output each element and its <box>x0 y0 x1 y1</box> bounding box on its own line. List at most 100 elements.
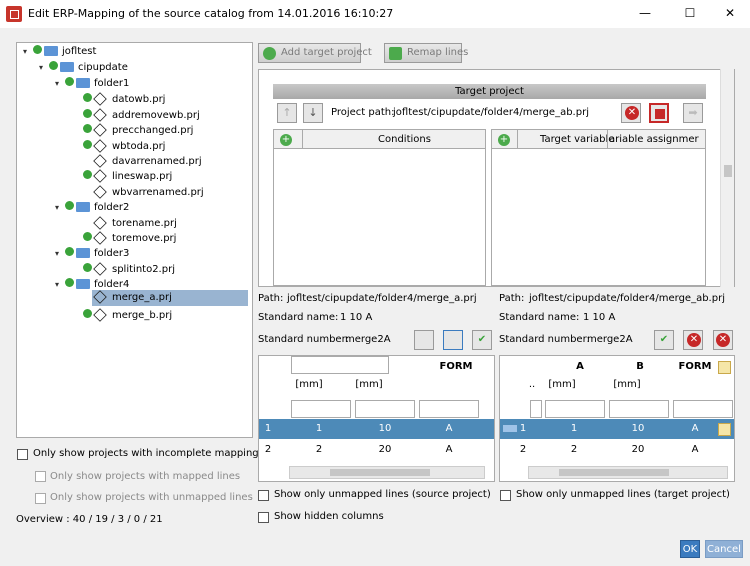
tree-node-cipupdate[interactable]: ▾ cipupdate <box>39 60 128 75</box>
accept-all-button[interactable]: ✔ <box>472 330 492 350</box>
filter-input[interactable] <box>609 400 669 418</box>
minimize-button[interactable]: — <box>625 2 665 24</box>
project-cube-icon <box>93 123 107 137</box>
unit-label: [mm] <box>613 379 641 390</box>
maximize-button[interactable]: ☐ <box>670 2 710 24</box>
tree-node-project[interactable]: torename.prj <box>93 216 177 231</box>
unmapped-target-checkbox[interactable] <box>500 490 511 501</box>
target-variable-header: Target variable <box>540 134 615 145</box>
tree-node-project[interactable]: addremovewb.prj <box>83 108 200 123</box>
tree-node-selected[interactable]: merge_a.prj <box>92 290 248 306</box>
collapse-icon[interactable]: ▾ <box>55 277 65 292</box>
assignments-grid[interactable]: + Target variable ariable assignmer <box>491 129 706 286</box>
target-path-value: jofltest/cipupdate/folder4/merge_ab.prj <box>529 293 725 304</box>
tree-node-project[interactable]: davarrenamed.prj <box>93 154 202 169</box>
conditions-grid[interactable]: + Conditions <box>273 129 486 286</box>
check-icon <box>49 61 58 70</box>
edit-pencil-icon[interactable] <box>718 361 731 374</box>
cancel-button[interactable]: Cancel <box>705 540 743 558</box>
table-row-selected[interactable]: 1 1 10 A <box>500 419 734 439</box>
panel-scrollbar[interactable] <box>720 69 734 287</box>
variable-icon-button[interactable] <box>414 330 434 350</box>
dots-label: .. <box>528 379 536 390</box>
assignments-header-row: + Target variable ariable assignmer <box>492 130 705 149</box>
ok-button[interactable]: OK <box>680 540 700 558</box>
next-button[interactable]: ➡ <box>683 103 703 123</box>
move-up-button[interactable]: ↑ <box>277 103 297 123</box>
hidden-columns-checkbox[interactable] <box>258 512 269 523</box>
column-filter-input[interactable] <box>291 356 389 374</box>
incomplete-checkbox[interactable] <box>17 449 28 460</box>
unmapped-source-checkbox[interactable] <box>258 490 269 501</box>
project-cube-icon <box>93 308 107 322</box>
hidden-columns-label: Show hidden columns <box>274 511 384 522</box>
unit-label: [mm] <box>355 379 383 390</box>
tree-node-root[interactable]: ▾ jofltest <box>23 44 96 59</box>
remove-icon: ✕ <box>687 333 701 347</box>
table-row[interactable]: 2 2 20 A <box>259 440 494 460</box>
check-icon <box>65 201 74 210</box>
filter-input[interactable] <box>545 400 605 418</box>
collapse-icon[interactable]: ▾ <box>55 200 65 215</box>
open-project-button[interactable] <box>649 103 669 123</box>
column-divider <box>302 130 303 149</box>
remove-all-button[interactable]: ✕ <box>713 330 733 350</box>
project-tree[interactable]: ▾ jofltest ▾ cipupdate ▾ folder1 datowb.prj… <box>16 42 253 438</box>
remove-button[interactable]: ✕ <box>683 330 703 350</box>
horizontal-scrollbar[interactable] <box>289 466 485 479</box>
project-cube-icon <box>93 231 107 245</box>
tree-node-project[interactable]: merge_b.prj <box>83 308 172 323</box>
tree-node-project[interactable]: wbvarrenamed.prj <box>93 185 204 200</box>
collapse-icon[interactable]: ▾ <box>23 44 33 59</box>
source-stdnum-value: merge2A <box>345 334 391 345</box>
tree-node-project[interactable]: toremove.prj <box>83 231 176 246</box>
filter-input[interactable] <box>355 400 415 418</box>
folder-icon <box>76 248 90 258</box>
target-table[interactable]: A B FORM .. [mm] [mm] 1 1 10 A 2 2 20 A <box>499 355 735 482</box>
filter-input[interactable] <box>419 400 479 418</box>
filter-input[interactable] <box>673 400 733 418</box>
folder-icon <box>44 46 58 56</box>
move-down-button[interactable]: ↓ <box>303 103 323 123</box>
tree-node-folder3[interactable]: ▾ folder3 <box>55 246 129 261</box>
overview-text: Overview : 40 / 19 / 3 / 0 / 21 <box>16 514 163 525</box>
collapse-icon[interactable]: ▾ <box>55 246 65 261</box>
tree-node-project[interactable]: wbtoda.prj <box>83 139 165 154</box>
filter-input[interactable] <box>291 400 351 418</box>
check-icon <box>33 45 42 54</box>
remove-icon: ✕ <box>625 106 639 120</box>
confirm-button[interactable]: ✔ <box>654 330 674 350</box>
tree-node-folder1[interactable]: ▾ folder1 <box>55 76 129 91</box>
collapse-icon[interactable]: ▾ <box>39 60 49 75</box>
add-assignment-icon[interactable]: + <box>498 134 510 146</box>
tree-node-project[interactable]: datowb.prj <box>83 92 165 107</box>
source-table[interactable]: FORM [mm] [mm] 1 1 10 A 2 2 20 A <box>258 355 495 482</box>
tree-node-folder2[interactable]: ▾ folder2 <box>55 200 129 215</box>
close-button[interactable]: ✕ <box>710 2 750 24</box>
column-divider <box>607 130 608 149</box>
table-row[interactable]: 2 2 20 A <box>500 440 734 460</box>
unmapped-checkbox <box>35 493 46 504</box>
project-cube-icon <box>93 262 107 276</box>
scrollbar-thumb[interactable] <box>559 469 669 476</box>
check-icon <box>65 278 74 287</box>
tree-node-project[interactable]: splitinto2.prj <box>83 262 175 277</box>
add-target-project-button[interactable]: Add target project <box>258 43 372 63</box>
tree-node-project[interactable]: lineswap.prj <box>83 169 172 184</box>
row-arrow-icon <box>503 425 517 432</box>
remap-lines-button[interactable]: Remap lines <box>384 43 468 63</box>
collapse-icon[interactable]: ▾ <box>55 76 65 91</box>
edit-pencil-icon[interactable] <box>718 423 731 436</box>
scrollbar-thumb[interactable] <box>330 469 430 476</box>
erp-icon-button[interactable] <box>443 330 463 350</box>
check-icon <box>83 93 92 102</box>
project-path-label: Project path: <box>331 107 395 118</box>
remove-target-button[interactable]: ✕ <box>621 103 641 123</box>
tree-node-project[interactable]: precchanged.prj <box>83 123 193 138</box>
horizontal-scrollbar[interactable] <box>528 466 728 479</box>
table-row-selected[interactable]: 1 1 10 A <box>259 419 494 439</box>
add-condition-icon[interactable]: + <box>280 134 292 146</box>
folder-icon <box>76 279 90 289</box>
scrollbar-thumb[interactable] <box>724 165 732 177</box>
filter-input[interactable] <box>530 400 542 418</box>
